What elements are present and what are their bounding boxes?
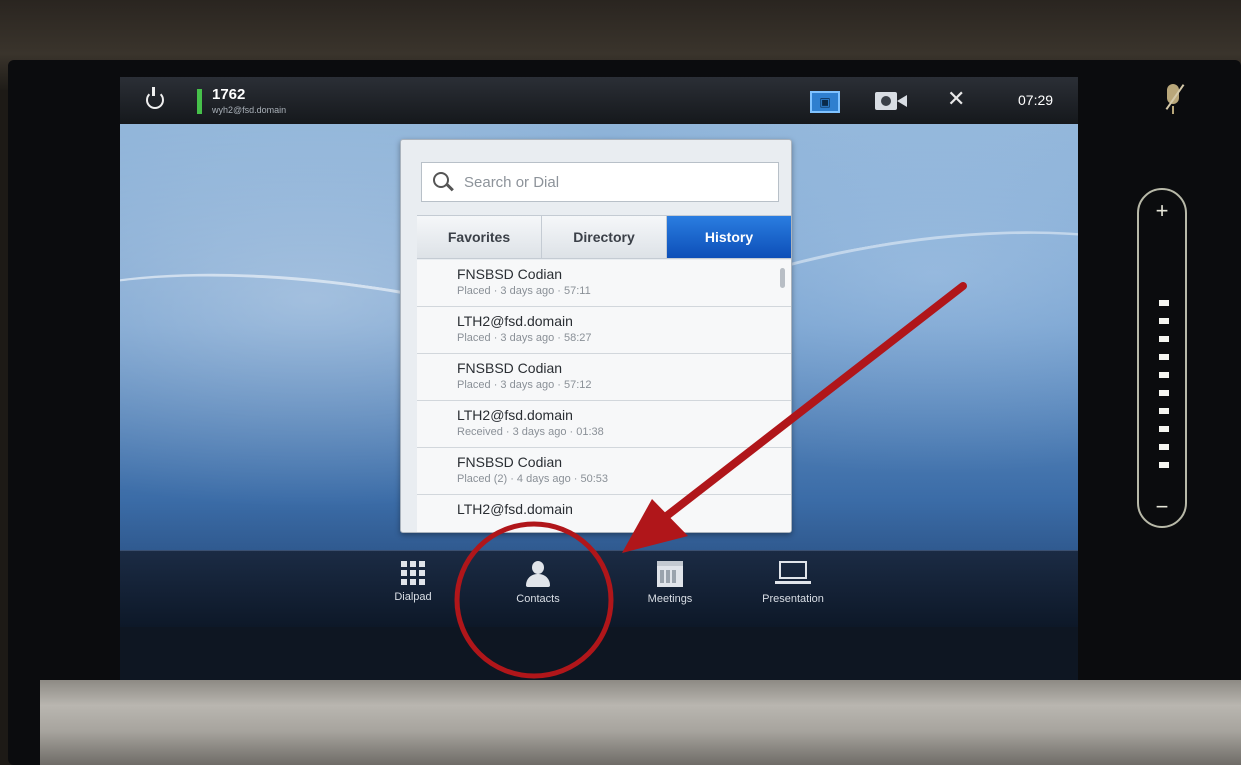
annotation-arrow [651,282,967,529]
annotation-circle [454,521,614,679]
annotation-overlay [454,282,967,679]
